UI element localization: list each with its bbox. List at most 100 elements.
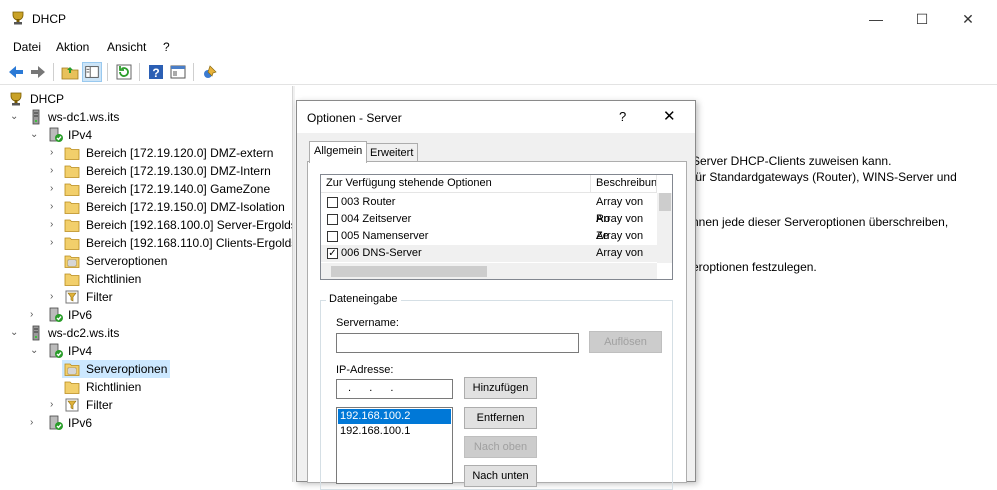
refresh-icon[interactable] bbox=[114, 62, 134, 82]
resolve-button[interactable]: Auflösen bbox=[589, 331, 662, 353]
folder-icon bbox=[64, 219, 80, 232]
column-header-description[interactable]: Beschreibung bbox=[591, 175, 657, 193]
chevron-right-icon[interactable]: › bbox=[30, 306, 40, 324]
server-options-icon bbox=[64, 255, 80, 268]
tree-node-scope[interactable]: › Bereich [172.19.130.0] DMZ-Intern bbox=[0, 162, 290, 180]
tree-node-scope[interactable]: › Bereich [172.19.120.0] DMZ-extern bbox=[0, 144, 290, 162]
option-row-selected[interactable]: ✓ 006 DNS-Server Array von DN bbox=[321, 245, 657, 276]
tab-erweitert[interactable]: Erweitert bbox=[365, 143, 419, 163]
tree-node-policies[interactable]: Richtlinien bbox=[0, 270, 290, 288]
option-row[interactable]: 004 Zeitserver Array von Ze bbox=[321, 211, 657, 242]
tree-label: Filter bbox=[86, 290, 113, 304]
chevron-right-icon[interactable]: › bbox=[50, 144, 60, 162]
tree-node-server-1[interactable]: ⌄ ws-dc1.ws.its bbox=[0, 108, 290, 126]
tree-node-ipv4[interactable]: ⌄ IPv4 bbox=[0, 342, 290, 360]
ip-address-input[interactable]: . . . bbox=[336, 379, 453, 399]
options-horizontal-scrollbar[interactable] bbox=[321, 263, 657, 279]
dialog-title-bar: Optionen - Server ? ✕ bbox=[297, 101, 695, 133]
ip-address-list[interactable]: 192.168.100.2 192.168.100.1 bbox=[336, 407, 453, 484]
help-icon[interactable]: ? bbox=[146, 62, 166, 82]
toolbar: ? bbox=[0, 58, 997, 85]
policies-icon bbox=[64, 381, 80, 394]
chevron-right-icon[interactable]: › bbox=[50, 198, 60, 216]
tree-node-dhcp[interactable]: DHCP bbox=[0, 90, 290, 108]
dialog-help-button[interactable]: ? bbox=[619, 109, 626, 124]
chevron-right-icon[interactable]: › bbox=[50, 216, 60, 234]
up-folder-icon[interactable] bbox=[60, 62, 80, 82]
tree-node-server-2[interactable]: ⌄ ws-dc2.ws.its bbox=[0, 324, 290, 342]
option-checkbox-checked[interactable]: ✓ bbox=[327, 248, 338, 259]
tree-node-scope[interactable]: › Bereich [192.168.100.0] Server-Ergolds… bbox=[0, 216, 292, 234]
chevron-right-icon[interactable]: › bbox=[50, 396, 60, 414]
scrollbar-thumb[interactable] bbox=[331, 266, 487, 277]
option-name: 004 Zeitserver bbox=[341, 213, 412, 225]
pane-splitter[interactable] bbox=[292, 86, 295, 482]
available-options-list[interactable]: Zur Verfügung stehende Optionen Beschrei… bbox=[320, 174, 673, 280]
move-up-button[interactable]: Nach oben bbox=[464, 436, 537, 458]
forward-arrow-icon[interactable] bbox=[28, 62, 48, 82]
chevron-right-icon[interactable]: › bbox=[50, 234, 60, 252]
option-name: 003 Router bbox=[341, 196, 396, 208]
servername-input[interactable] bbox=[336, 333, 579, 353]
tree-node-ipv6[interactable]: › IPv6 bbox=[0, 306, 290, 324]
option-name: 005 Namenserver bbox=[341, 230, 429, 242]
tree-label: IPv6 bbox=[68, 416, 93, 430]
tree-node-ipv6[interactable]: › IPv6 bbox=[0, 414, 290, 432]
options-vertical-scrollbar[interactable] bbox=[657, 193, 672, 263]
tree-node-policies[interactable]: Richtlinien bbox=[0, 378, 290, 396]
tree-label: Serveroptionen bbox=[86, 362, 168, 376]
move-down-button[interactable]: Nach unten bbox=[464, 465, 537, 487]
tree-node-scope[interactable]: › Bereich [192.168.110.0] Clients-Ergold… bbox=[0, 234, 292, 252]
option-row[interactable]: 005 Namenserver Array von Na bbox=[321, 228, 657, 259]
chevron-right-icon[interactable]: › bbox=[50, 162, 60, 180]
tab-allgemein[interactable]: Allgemein bbox=[309, 141, 368, 163]
tree-node-serveroptions[interactable]: Serveroptionen bbox=[0, 252, 290, 270]
close-button[interactable]: ✕ bbox=[945, 0, 991, 38]
tree-label: Richtlinien bbox=[86, 380, 142, 394]
details-text-line: Server DHCP-Clients zuweisen kann. bbox=[692, 154, 892, 168]
chevron-down-icon[interactable]: ⌄ bbox=[30, 342, 40, 360]
menu-bar: Datei Aktion Ansicht ? bbox=[0, 38, 997, 58]
dhcp-action-icon[interactable] bbox=[200, 62, 220, 82]
menu-help[interactable]: ? bbox=[163, 40, 170, 54]
minimize-button[interactable]: — bbox=[853, 0, 899, 38]
scrollbar-thumb[interactable] bbox=[659, 193, 671, 211]
menu-datei[interactable]: Datei bbox=[13, 40, 41, 54]
remove-button[interactable]: Entfernen bbox=[464, 407, 537, 429]
tree-label: IPv4 bbox=[68, 344, 93, 358]
ip-list-item[interactable]: 192.168.100.1 bbox=[338, 424, 451, 439]
tree-node-serveroptions-selected[interactable]: Serveroptionen bbox=[0, 360, 290, 378]
window-title: DHCP bbox=[32, 12, 67, 26]
tree-node-scope[interactable]: › Bereich [172.19.150.0] DMZ-Isolation bbox=[0, 198, 290, 216]
show-hide-tree-icon[interactable] bbox=[82, 62, 102, 82]
back-arrow-icon[interactable] bbox=[6, 62, 26, 82]
chevron-down-icon[interactable]: ⌄ bbox=[30, 126, 40, 144]
chevron-down-icon[interactable]: ⌄ bbox=[10, 324, 20, 342]
tree-node-scope[interactable]: › Bereich [172.19.140.0] GameZone bbox=[0, 180, 290, 198]
dhcp-app-icon bbox=[12, 11, 24, 25]
server-options-icon bbox=[64, 363, 80, 376]
title-bar: DHCP — ☐ ✕ bbox=[0, 0, 997, 38]
tree-node-ipv4[interactable]: ⌄ IPv4 bbox=[0, 126, 290, 144]
menu-ansicht[interactable]: Ansicht bbox=[107, 40, 146, 54]
option-row[interactable]: 003 Router Array von Ro bbox=[321, 194, 657, 225]
chevron-right-icon[interactable]: › bbox=[30, 414, 40, 432]
option-checkbox[interactable] bbox=[327, 197, 338, 208]
add-button[interactable]: Hinzufügen bbox=[464, 377, 537, 399]
maximize-button[interactable]: ☐ bbox=[899, 0, 945, 38]
chevron-right-icon[interactable]: › bbox=[50, 180, 60, 198]
ipv4-icon bbox=[49, 343, 63, 358]
tree-node-filter[interactable]: › Filter bbox=[0, 396, 290, 414]
ipv6-icon bbox=[49, 415, 63, 430]
option-checkbox[interactable] bbox=[327, 214, 338, 225]
dialog-close-button[interactable]: ✕ bbox=[663, 107, 676, 125]
chevron-down-icon[interactable]: ⌄ bbox=[10, 108, 20, 126]
tree-node-filter[interactable]: › Filter bbox=[0, 288, 290, 306]
ip-list-item-selected[interactable]: 192.168.100.2 bbox=[338, 409, 451, 424]
column-header-options[interactable]: Zur Verfügung stehende Optionen bbox=[321, 175, 591, 193]
option-checkbox[interactable] bbox=[327, 231, 338, 242]
tree-label: Filter bbox=[86, 398, 113, 412]
menu-aktion[interactable]: Aktion bbox=[56, 40, 89, 54]
chevron-right-icon[interactable]: › bbox=[50, 288, 60, 306]
properties-icon[interactable] bbox=[168, 62, 188, 82]
